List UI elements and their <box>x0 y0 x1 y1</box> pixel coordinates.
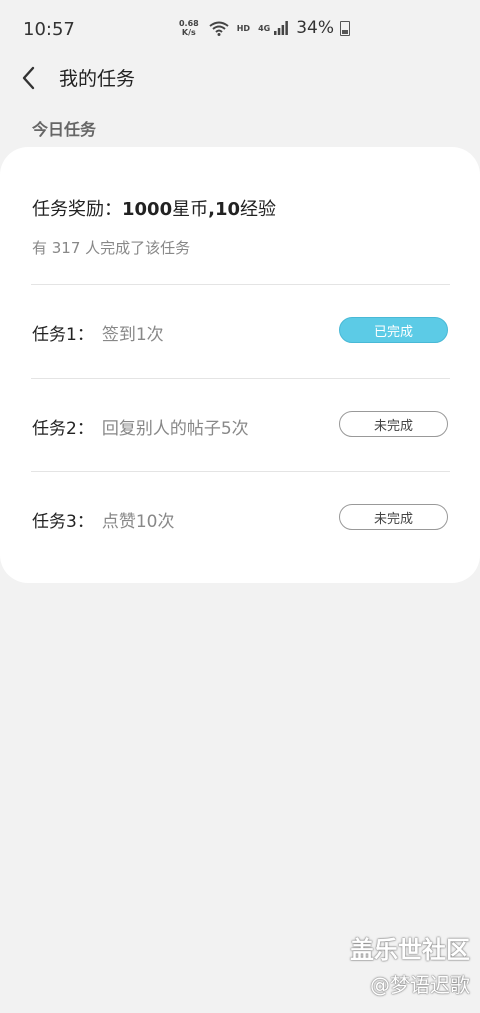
task-label: 任务1： 签到1次 <box>32 320 164 345</box>
status-icons: 0.68 K/s HD 4G 34% <box>179 18 350 38</box>
chevron-left-icon <box>22 66 35 90</box>
task-row: 任务1： 签到1次 已完成 <box>0 312 480 352</box>
task-description: 点赞10次 <box>101 512 175 532</box>
app-header: 我的任务 <box>0 58 480 98</box>
reward-exp-amount: 10 <box>214 199 241 220</box>
divider <box>31 471 450 472</box>
watermark: 盖乐世社区 @梦语迟歌 <box>350 930 470 998</box>
task-status-button[interactable]: 未完成 <box>339 411 448 437</box>
divider <box>31 378 450 379</box>
reward-separator: , <box>208 199 215 220</box>
back-button[interactable] <box>18 64 42 92</box>
status-time: 10:57 <box>23 19 75 40</box>
hd-indicator: HD <box>236 23 251 33</box>
network-speed-value: 0.68 <box>178 19 199 28</box>
completion-count: 有 317 人完成了该任务 <box>32 239 191 257</box>
task-status-button[interactable]: 未完成 <box>339 504 448 530</box>
status-bar: 10:57 0.68 K/s HD 4G 34% <box>0 0 480 58</box>
reward-exp-unit: 经验 <box>240 199 277 220</box>
signal-icon <box>274 21 289 35</box>
reward-coins-unit: 星币 <box>172 199 209 220</box>
task-index: 任务3： <box>32 512 94 532</box>
task-index: 任务1： <box>32 325 94 345</box>
task-description: 签到1次 <box>101 325 164 345</box>
reward-prefix: 任务奖励： <box>32 199 122 220</box>
task-row: 任务2： 回复别人的帖子5次 未完成 <box>0 406 480 446</box>
task-status-button[interactable]: 已完成 <box>339 317 448 343</box>
network-speed: 0.68 K/s <box>179 19 199 37</box>
task-index: 任务2： <box>32 419 94 439</box>
task-label: 任务3： 点赞10次 <box>32 507 174 532</box>
page-title: 我的任务 <box>59 68 136 90</box>
task-row: 任务3： 点赞10次 未完成 <box>0 499 480 539</box>
watermark-author: @梦语迟歌 <box>370 973 470 997</box>
section-title: 今日任务 <box>32 120 97 139</box>
divider <box>31 284 450 285</box>
task-description: 回复别人的帖子5次 <box>101 419 249 439</box>
network-type: 4G <box>258 23 271 33</box>
task-label: 任务2： 回复别人的帖子5次 <box>32 414 249 439</box>
reward-line: 任务奖励：1000星币,10经验 <box>32 195 276 221</box>
task-card: 任务奖励：1000星币,10经验 有 317 人完成了该任务 任务1： 签到1次 … <box>0 147 480 583</box>
wifi-icon <box>209 21 229 36</box>
battery-percent: 34% <box>296 18 334 38</box>
network-speed-unit: K/s <box>181 28 196 37</box>
watermark-community: 盖乐世社区 <box>350 936 470 964</box>
reward-coins-amount: 1000 <box>122 199 173 220</box>
battery-icon <box>340 20 350 36</box>
